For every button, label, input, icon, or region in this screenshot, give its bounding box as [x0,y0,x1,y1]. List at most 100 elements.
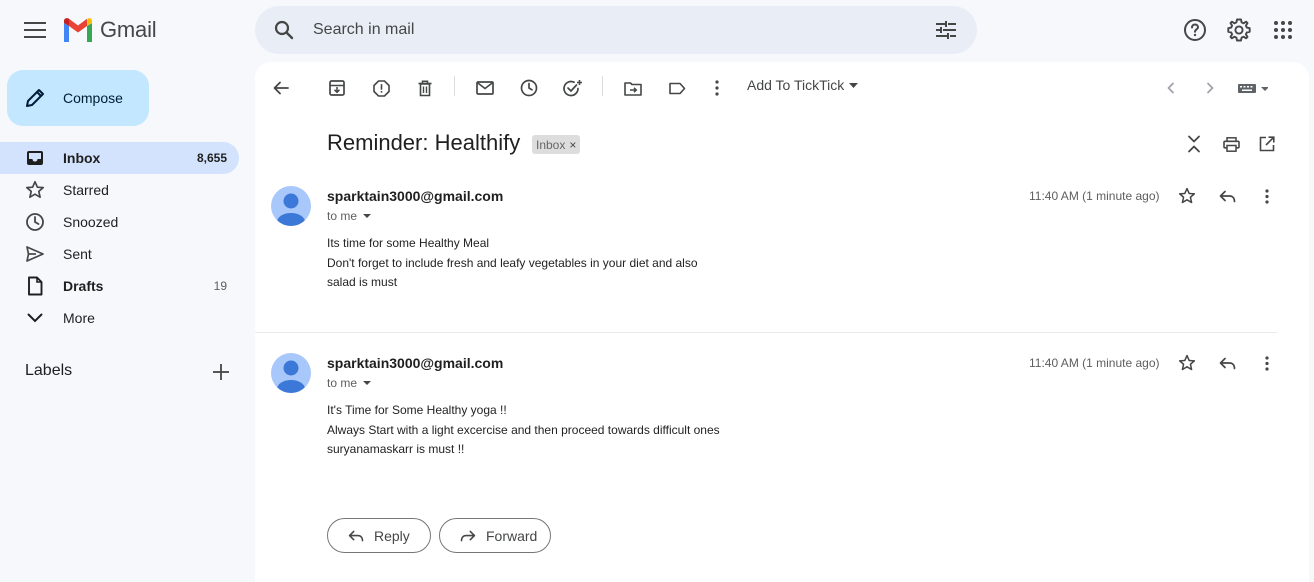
add-task-icon [563,79,582,96]
inbox-icon [24,147,46,169]
sidebar-item-label: Starred [63,182,109,198]
message-timestamp: 11:40 AM (1 minute ago) [1029,189,1160,203]
body-line: salad is must [327,275,398,289]
open-in-new-window-button[interactable] [1253,130,1281,158]
sidebar-item-drafts[interactable]: Drafts 19 [0,270,239,302]
message-body: It's Time for Some Healthy yoga !! Alway… [327,401,720,460]
reply-button[interactable] [1213,349,1241,377]
labels-button[interactable] [663,74,691,102]
more-vert-icon [715,80,719,96]
email-subject: Reminder: Healthify [327,130,521,155]
recipient-label: to me [327,209,358,223]
sender-email: sparktain3000@gmail.com [327,188,504,204]
reply-icon [348,530,364,541]
forward-pill-button[interactable]: Forward [439,518,551,553]
keyboard-icon [1238,84,1268,93]
sidebar-item-label: Sent [63,246,92,262]
move-to-button[interactable] [619,74,647,102]
hamburger-icon [24,22,46,38]
create-label-button[interactable] [208,359,234,385]
sidebar-item-snoozed[interactable]: Snoozed [0,206,239,238]
back-button[interactable] [267,74,295,102]
sidebar-item-inbox[interactable]: Inbox 8,655 [0,142,239,174]
message-view: Add To TickTick Reminder: Healthify Inbo… [255,62,1309,582]
app-name: Gmail [100,17,157,42]
gmail-m-icon [64,18,92,42]
more-options-button[interactable] [703,74,731,102]
sidebar-item-sent[interactable]: Sent [0,238,239,270]
message-divider [255,332,1277,333]
chip-label: Inbox [536,137,566,152]
add-to-tasks-button[interactable] [559,74,587,102]
archive-icon [329,80,345,96]
snooze-button[interactable] [515,74,543,102]
apps-grid-icon [1274,21,1292,39]
main-menu-button[interactable] [15,10,55,50]
star-message-button[interactable] [1173,349,1201,377]
person-icon [277,193,305,226]
support-button[interactable] [1175,10,1215,50]
sidebar-item-label: More [63,310,95,326]
folder-move-icon [624,81,642,96]
search-input[interactable] [313,21,913,39]
search-icon[interactable] [269,15,299,45]
body-line: suryanamaskarr is must !! [327,442,465,456]
chevron-down-icon [24,307,46,329]
print-button[interactable] [1217,130,1245,158]
label-icon [668,82,685,94]
send-icon [24,243,46,265]
reply-pill-button[interactable]: Reply [327,518,431,553]
toolbar-divider [454,76,455,96]
sender-avatar[interactable] [271,353,311,393]
recipient-details-toggle[interactable]: to me [327,209,372,223]
compose-label: Compose [63,90,123,106]
star-message-button[interactable] [1173,182,1201,210]
star-icon [24,179,46,201]
add-to-ticktick-dropdown[interactable]: Add To TickTick [747,77,859,93]
compose-button[interactable]: Compose [7,70,149,126]
caret-down-icon [363,381,372,385]
body-line: Its time for some Healthy Meal [327,236,490,250]
reply-button[interactable] [1213,182,1241,210]
newer-button[interactable] [1157,74,1185,102]
print-icon [1222,136,1240,152]
message-more-button[interactable] [1253,182,1281,210]
sidebar-item-more[interactable]: More [0,302,239,334]
delete-button[interactable] [411,74,439,102]
label-chip-inbox: Inbox × [532,135,581,154]
star-icon [1178,354,1196,371]
sidebar-item-starred[interactable]: Starred [0,174,239,206]
search-options-button[interactable] [931,15,961,45]
input-tools-button[interactable] [1235,74,1271,102]
report-spam-button[interactable] [367,74,395,102]
recipient-label: to me [327,376,358,390]
archive-button[interactable] [323,74,351,102]
plus-icon [213,364,229,380]
forward-label: Forward [486,527,538,544]
remove-label-button[interactable]: × [569,138,576,152]
message-more-button[interactable] [1253,349,1281,377]
reply-icon [1219,190,1235,202]
recipient-details-toggle[interactable]: to me [327,376,372,390]
settings-button[interactable] [1219,10,1259,50]
collapse-all-button[interactable] [1180,130,1208,158]
forward-icon [460,530,476,541]
sender-avatar[interactable] [271,186,311,226]
body-line: It's Time for Some Healthy yoga !! [327,403,507,417]
reply-label: Reply [374,527,410,544]
trash-icon [418,79,432,96]
more-vert-icon [1265,355,1269,371]
caret-down-icon [849,82,859,88]
sidebar-item-label: Inbox [63,150,101,166]
older-button[interactable] [1196,74,1224,102]
reply-icon [1219,357,1235,369]
labels-heading: Labels [25,362,73,379]
pencil-icon [26,89,44,107]
person-icon [277,360,305,393]
ticktick-label: Add To TickTick [747,77,845,93]
google-apps-button[interactable] [1263,10,1303,50]
mail-icon [476,81,494,95]
mark-unread-button[interactable] [471,74,499,102]
gmail-logo[interactable]: Gmail [62,15,157,45]
toolbar-divider [602,76,603,96]
